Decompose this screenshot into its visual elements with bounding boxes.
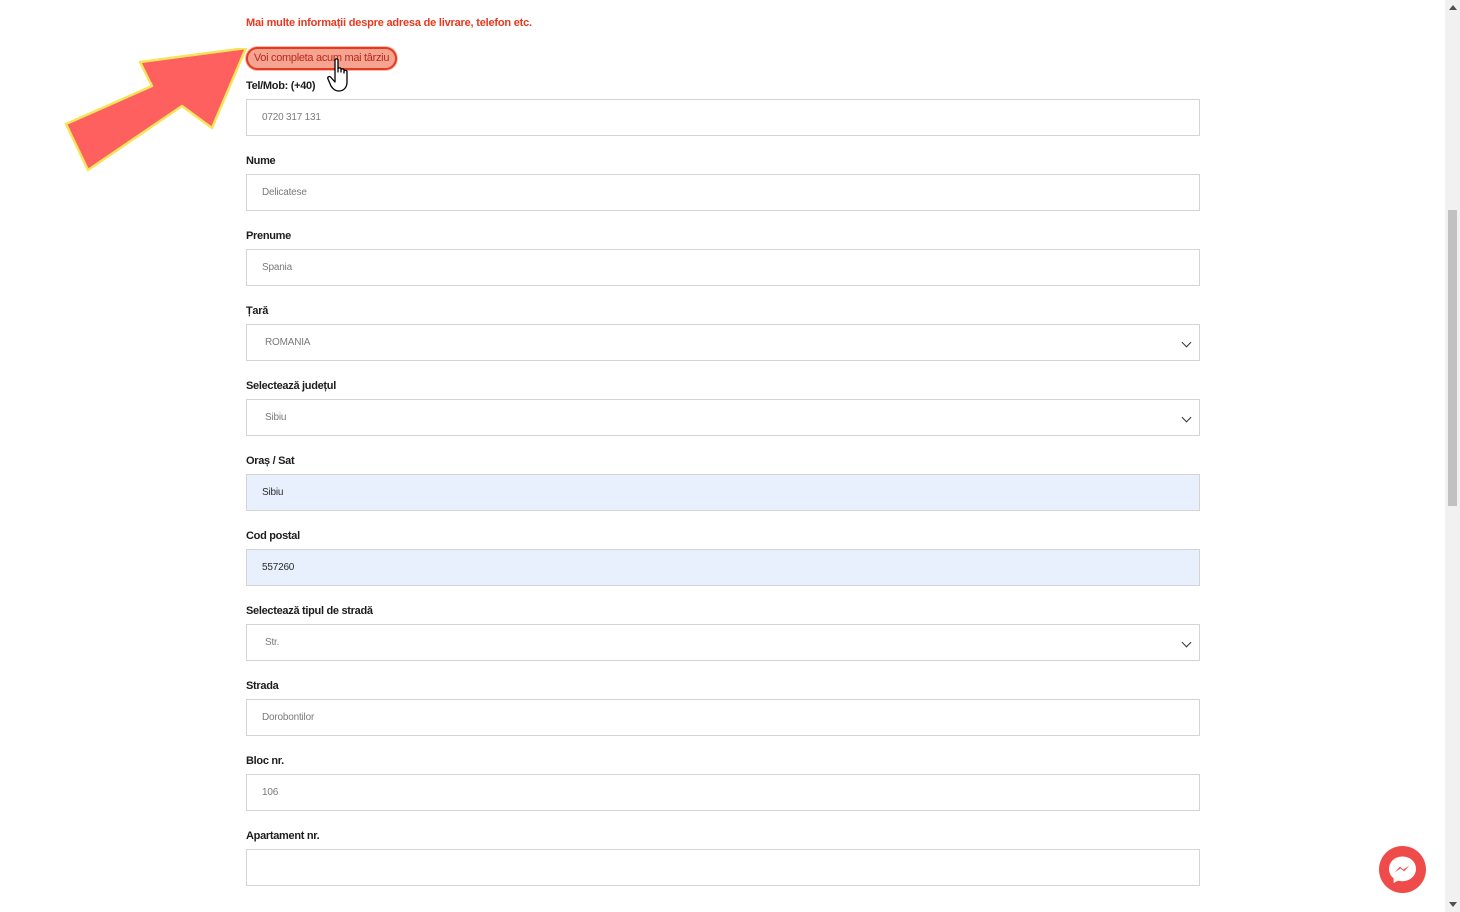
scrollbar-thumb[interactable] (1448, 210, 1457, 506)
first-name-input[interactable]: Spania (246, 249, 1200, 286)
first-name-label: Prenume (246, 230, 291, 242)
phone-input[interactable]: 0720 317 131 (246, 99, 1200, 136)
last-name-input[interactable]: Delicatese (246, 174, 1200, 211)
block-label: Bloc nr. (246, 755, 284, 767)
county-select[interactable]: Sibiu (246, 399, 1200, 436)
complete-later-button[interactable]: Voi completa acum mai târziu (246, 47, 397, 70)
postal-code-label: Cod postal (246, 530, 300, 542)
country-label: Țară (246, 305, 269, 317)
country-select-value: ROMANIA (265, 337, 311, 348)
street-type-select[interactable]: Str. (246, 624, 1200, 661)
apartment-input[interactable] (246, 849, 1200, 886)
messenger-icon (1389, 856, 1416, 883)
street-type-select-value: Str. (265, 637, 280, 648)
scroll-down-arrow-icon[interactable] (1449, 902, 1457, 907)
country-select[interactable]: ROMANIA (246, 324, 1200, 361)
block-input[interactable]: 106 (246, 774, 1200, 811)
street-input[interactable]: Dorobontilor (246, 699, 1200, 736)
county-select-value: Sibiu (265, 412, 287, 423)
apartment-label: Apartament nr. (246, 830, 320, 842)
county-label: Selectează județul (246, 380, 336, 392)
street-type-label: Selectează tipul de stradă (246, 605, 373, 617)
hand-pointer-icon (327, 58, 348, 92)
red-arrow-icon (64, 48, 248, 172)
vertical-scrollbar[interactable] (1445, 0, 1460, 912)
messenger-chat-button[interactable] (1379, 846, 1426, 893)
chevron-down-icon (1181, 337, 1192, 348)
chevron-down-icon (1181, 637, 1192, 648)
street-label: Strada (246, 680, 279, 692)
scroll-up-arrow-icon[interactable] (1449, 5, 1457, 10)
city-label: Oraș / Sat (246, 455, 295, 467)
chevron-down-icon (1181, 412, 1192, 423)
delivery-info-link[interactable]: Mai multe informații despre adresa de li… (246, 17, 532, 29)
city-input[interactable]: Sibiu (246, 474, 1200, 511)
page: Mai multe informații despre adresa de li… (0, 0, 1460, 912)
postal-code-input[interactable]: 557260 (246, 549, 1200, 586)
